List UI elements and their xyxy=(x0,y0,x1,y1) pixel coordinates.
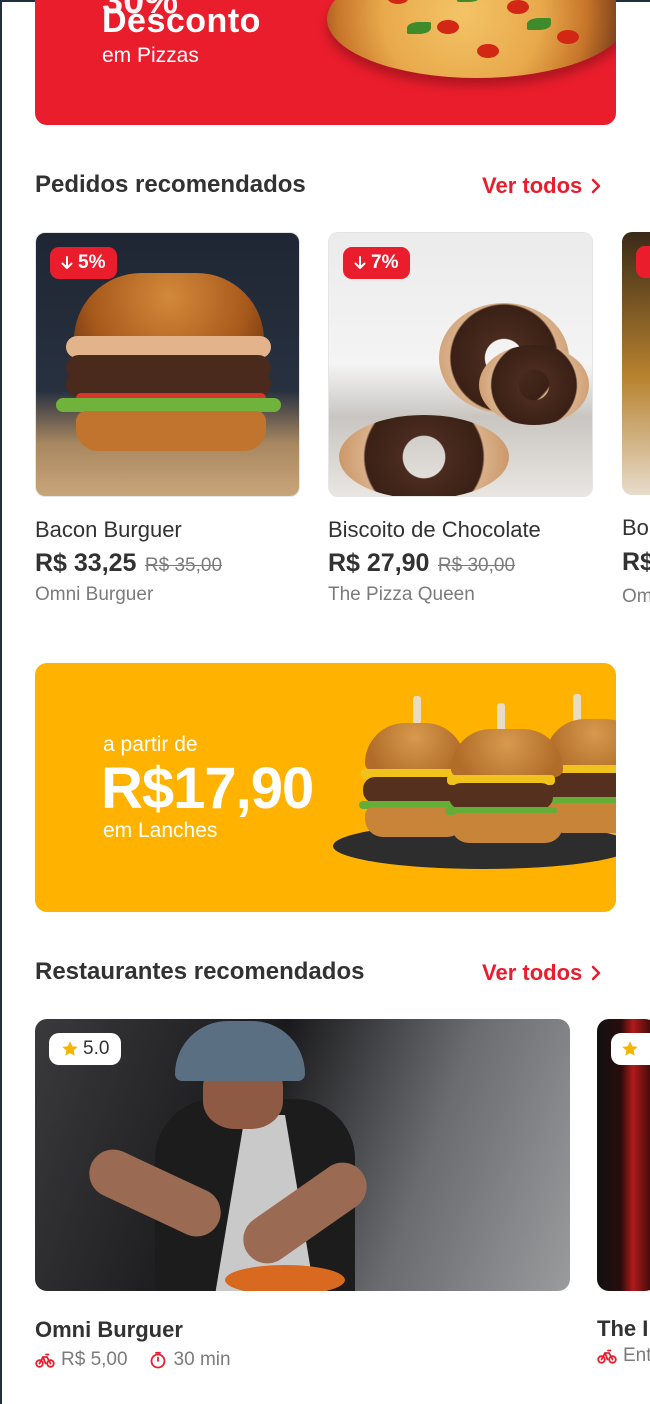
delivery-fee: R$ 5,00 xyxy=(61,1349,128,1370)
see-all-label: Ver todos xyxy=(482,960,583,985)
see-all-restaurants-link[interactable]: Ver todos xyxy=(482,960,602,986)
section-title-recommended-restaurants: Restaurantes recomendados xyxy=(35,958,365,985)
product-price-row: R$ 33,25 R$ 35,00 xyxy=(35,549,300,578)
see-all-orders-link[interactable]: Ver todos xyxy=(482,173,602,199)
arrow-down-icon xyxy=(354,256,366,269)
section-title-recommended-orders: Pedidos recomendados xyxy=(35,171,306,198)
promo-banner-prefix: a partir de xyxy=(103,733,198,756)
product-old-price: R$ 35,00 xyxy=(144,555,223,576)
product-restaurant-peek: Om xyxy=(622,586,650,607)
product-card-peek[interactable] xyxy=(622,232,650,495)
promo-banner-pizza[interactable]: 30% Desconto em Pizzas xyxy=(35,0,616,125)
product-image: 7% xyxy=(328,232,593,497)
star-icon xyxy=(62,1041,78,1056)
product-card[interactable]: 7% Biscoito de Chocolate R$ 27,90 R$ 30,… xyxy=(328,232,593,606)
chevron-right-icon xyxy=(592,178,601,194)
promo-banner-burgers[interactable]: a partir de R$17,90 em Lanches xyxy=(35,663,616,912)
frame-left-edge xyxy=(0,0,2,1404)
chevron-right-icon xyxy=(592,965,601,981)
rating-badge xyxy=(611,1033,650,1065)
restaurant-meta-peek: Ent xyxy=(597,1345,650,1367)
product-name: Biscoito de Chocolate xyxy=(328,517,541,542)
burger-image xyxy=(445,729,563,849)
product-name-peek: Bo xyxy=(622,515,649,540)
discount-badge xyxy=(636,246,650,278)
rating-value: 5.0 xyxy=(83,1038,110,1059)
discount-badge: 7% xyxy=(343,247,411,279)
delivery-time: 30 min xyxy=(173,1349,231,1370)
restaurant-card-peek[interactable] xyxy=(597,1019,650,1291)
promo-banner-headline: Desconto xyxy=(102,2,261,40)
bike-icon xyxy=(35,1353,55,1368)
delivery-fee-peek: Ent xyxy=(623,1345,650,1366)
product-old-price: R$ 30,00 xyxy=(437,555,516,576)
restaurant-meta: R$ 5,00 30 min xyxy=(35,1349,570,1371)
restaurant-name: Omni Burguer xyxy=(35,1317,183,1342)
product-price: R$ 33,25 xyxy=(35,549,137,577)
star-icon xyxy=(622,1041,638,1056)
promo-banner-price: R$17,90 xyxy=(101,756,314,821)
promo-banner-subtitle: em Lanches xyxy=(103,819,218,842)
rating-badge: 5.0 xyxy=(49,1033,122,1065)
restaurant-card[interactable]: 5.0 Omni Burguer R$ 5,00 30 min xyxy=(35,1019,570,1371)
restaurant-image: 5.0 xyxy=(35,1019,570,1291)
product-card[interactable]: 5% Bacon Burguer R$ 33,25 R$ 35,00 Omni … xyxy=(35,232,300,606)
product-image: 5% xyxy=(35,232,300,497)
arrow-down-icon xyxy=(61,256,73,269)
timer-icon xyxy=(150,1351,165,1369)
discount-value: 7% xyxy=(371,252,399,273)
discount-badge: 5% xyxy=(50,247,118,279)
restaurant-name-peek: The I xyxy=(597,1316,649,1341)
pizza-image xyxy=(327,0,616,78)
promo-banner-subtitle: em Pizzas xyxy=(102,44,199,67)
product-restaurant: Omni Burguer xyxy=(35,584,154,605)
see-all-label: Ver todos xyxy=(482,173,583,198)
product-restaurant: The Pizza Queen xyxy=(328,584,475,605)
bike-icon xyxy=(597,1349,617,1364)
product-price-row: R$ 27,90 R$ 30,00 xyxy=(328,549,593,578)
product-name: Bacon Burguer xyxy=(35,517,182,542)
product-price-peek: R$ xyxy=(622,548,650,576)
discount-value: 5% xyxy=(78,252,106,273)
product-price: R$ 27,90 xyxy=(328,549,430,577)
